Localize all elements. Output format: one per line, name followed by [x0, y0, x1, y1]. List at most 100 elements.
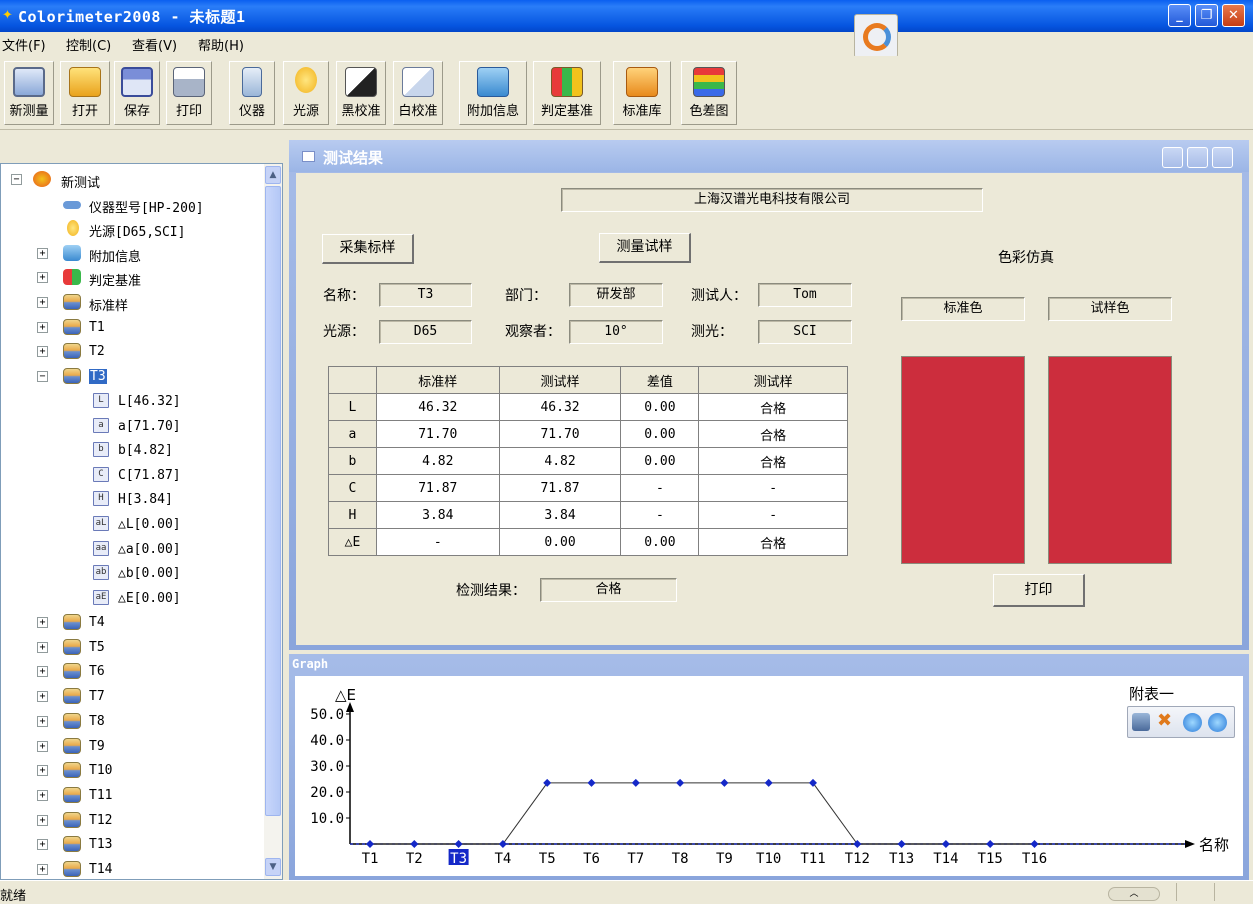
table-cell: 合格: [698, 528, 848, 556]
menu-control[interactable]: 控制(C): [66, 35, 111, 54]
tree-item-sample[interactable]: + T13: [37, 834, 237, 856]
collapse-toggle[interactable]: −: [37, 371, 48, 382]
tree-item-sample[interactable]: + T11: [37, 785, 237, 807]
menu-file[interactable]: 文件(F): [2, 35, 46, 54]
tree-item-t2[interactable]: + T2: [37, 341, 237, 363]
expand-toggle[interactable]: +: [37, 272, 48, 283]
tree-root[interactable]: − 新测试: [11, 169, 211, 191]
new-measure-button[interactable]: 新测量: [4, 61, 54, 125]
expand-toggle[interactable]: +: [37, 691, 48, 703]
expand-toggle[interactable]: +: [37, 346, 48, 357]
expand-toggle[interactable]: +: [37, 641, 48, 653]
instrument-button[interactable]: 仪器: [229, 61, 275, 125]
close-button[interactable]: [1212, 147, 1233, 168]
tree-item-criteria[interactable]: + 判定基准: [37, 267, 237, 289]
expand-toggle[interactable]: +: [37, 814, 48, 826]
x-tick-label: T8: [672, 851, 689, 867]
dept-label: 部门：: [505, 288, 547, 304]
tree-item-t3-value[interactable]: aa △a[0.00]: [11, 539, 231, 561]
table-cell: 合格: [698, 447, 848, 475]
value-icon: aa: [93, 540, 109, 556]
x-tick-label: T13: [889, 851, 914, 867]
expand-toggle[interactable]: +: [37, 789, 48, 801]
scroll-down-button[interactable]: ▼: [265, 858, 281, 876]
y-tick-label: 50.0: [310, 707, 344, 723]
tree-item-t1[interactable]: + T1: [37, 317, 237, 339]
scroll-up-button[interactable]: ▲: [265, 166, 281, 184]
expand-toggle[interactable]: +: [37, 864, 48, 875]
collect-standard-button[interactable]: 采集标样: [322, 234, 414, 264]
light-source-button[interactable]: 光源: [283, 61, 329, 125]
tree-item-sample[interactable]: + T6: [37, 661, 237, 683]
result-table: 标准样 测试样 差值 测试样 L 46.32 46.32 0.00 合格 a 71.70 71.70 0…: [328, 366, 848, 556]
expand-toggle[interactable]: +: [37, 322, 48, 333]
tree-item-t3-value[interactable]: a a[71.70]: [11, 416, 231, 438]
data-point: [897, 840, 906, 848]
tree-item-t3-value[interactable]: C C[71.87]: [11, 465, 231, 487]
table-cell: 3.84: [498, 501, 622, 529]
tree-item-illuminant[interactable]: 光源[D65,SCI]: [11, 218, 231, 240]
tree-item-t3-value[interactable]: aL △L[0.00]: [11, 514, 231, 536]
measure-sample-button[interactable]: 测量试样: [599, 233, 691, 263]
sample-tree[interactable]: − 新测试 仪器型号[HP-200] 光源[D65,SCI] + 附加信息 + …: [0, 163, 283, 880]
table-row: H 3.84 3.84- -: [328, 501, 848, 529]
minimize-button[interactable]: _: [1168, 4, 1191, 27]
sample-icon: [63, 737, 81, 754]
data-point: [454, 840, 463, 848]
print-button[interactable]: 打印: [166, 61, 212, 125]
expand-toggle[interactable]: +: [37, 297, 48, 308]
light-source-label: 光源：: [323, 324, 365, 340]
minimize-button[interactable]: [1162, 147, 1183, 168]
tree-item-sample[interactable]: + T12: [37, 810, 237, 832]
sample-icon: [63, 294, 81, 310]
tree-scrollbar[interactable]: ▲ ▼: [264, 164, 282, 879]
data-point: [410, 840, 419, 848]
tree-item-standard[interactable]: + 标准样: [37, 292, 237, 314]
tree-item-sample[interactable]: + T5: [37, 637, 237, 659]
tree-item-t3-value[interactable]: ab △b[0.00]: [11, 563, 231, 585]
tree-item-sample[interactable]: + T10: [37, 760, 237, 782]
expand-toggle[interactable]: +: [37, 248, 48, 259]
scroll-thumb[interactable]: [265, 186, 281, 816]
color-diff-chart-button[interactable]: 色差图: [681, 61, 737, 125]
close-button[interactable]: ✕: [1222, 4, 1245, 27]
row-header-cell: H: [328, 501, 377, 529]
tree-item-t3-value[interactable]: b b[4.82]: [11, 440, 231, 462]
x-tick-label: T16: [1022, 851, 1047, 867]
print-result-button[interactable]: 打印: [993, 574, 1085, 607]
tree-item-t3-value[interactable]: aE △E[0.00]: [11, 588, 231, 610]
standard-library-button[interactable]: 标准库: [613, 61, 671, 125]
white-calibration-button[interactable]: 白校准: [393, 61, 443, 125]
collapse-toggle[interactable]: −: [11, 174, 22, 185]
tree-item-sample[interactable]: + T7: [37, 686, 237, 708]
maximize-button[interactable]: [1187, 147, 1208, 168]
restore-button[interactable]: ❐: [1195, 4, 1218, 27]
data-point: [764, 778, 773, 787]
menu-view[interactable]: 查看(V): [132, 35, 177, 54]
tree-item-sample[interactable]: + T9: [37, 736, 237, 758]
menu-help[interactable]: 帮助(H): [198, 35, 244, 54]
tree-item-t3[interactable]: − T3: [37, 366, 237, 388]
tree-item-t3-value[interactable]: L L[46.32]: [11, 391, 231, 413]
data-point: [366, 840, 374, 848]
open-button[interactable]: 打开: [60, 61, 110, 125]
status-expand-button[interactable]: ︿: [1108, 887, 1160, 901]
tree-item-sample[interactable]: + T8: [37, 711, 237, 733]
expand-toggle[interactable]: +: [37, 765, 48, 777]
expand-toggle[interactable]: +: [37, 617, 48, 628]
extra-info-button[interactable]: 附加信息: [459, 61, 527, 125]
expand-toggle[interactable]: +: [37, 666, 48, 678]
criteria-button[interactable]: 判定基准: [533, 61, 601, 125]
expand-toggle[interactable]: +: [37, 740, 48, 752]
expand-toggle[interactable]: +: [37, 715, 48, 727]
tree-item-t3-value[interactable]: H H[3.84]: [11, 489, 231, 511]
delta-e-chart: △E 名称 50.0 40.0 30.0 20.0 10.0 T1 T2 T3 T4 T5 T6 T7 T8…: [310, 686, 1229, 867]
y-tick-label: 40.0: [310, 733, 344, 749]
tree-item-instrument[interactable]: 仪器型号[HP-200]: [11, 194, 231, 216]
black-calibration-button[interactable]: 黑校准: [336, 61, 386, 125]
tree-item-extra-info[interactable]: + 附加信息: [37, 243, 237, 265]
expand-toggle[interactable]: +: [37, 839, 48, 851]
tree-item-sample[interactable]: + T4: [37, 612, 237, 634]
save-button[interactable]: 保存: [114, 61, 160, 125]
tree-item-sample[interactable]: + T14: [37, 859, 237, 881]
